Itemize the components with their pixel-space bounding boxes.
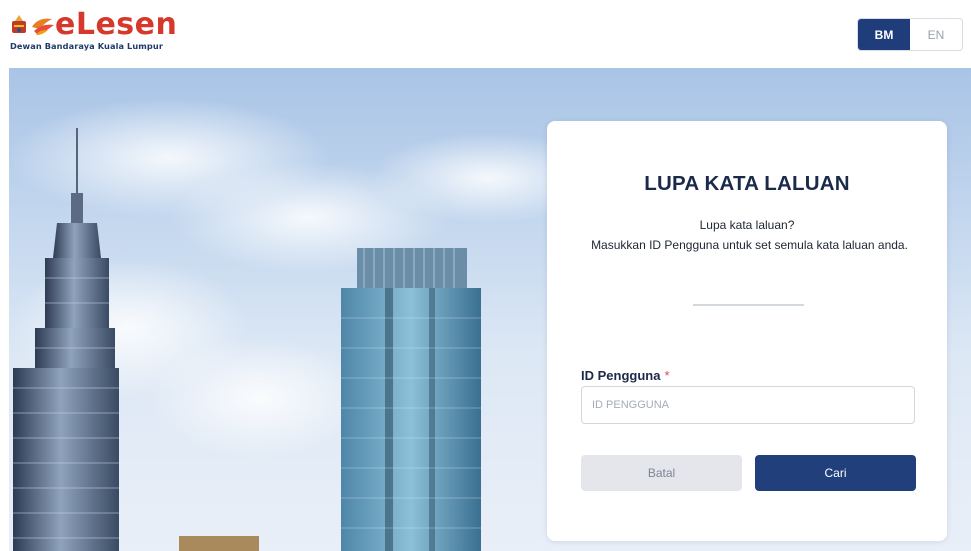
search-button[interactable]: Cari bbox=[755, 455, 916, 491]
logo-wordmark: eLesen bbox=[55, 7, 178, 42]
page-title: LUPA KATA LALUAN bbox=[644, 172, 850, 195]
card-instructions: Masukkan ID Pengguna untuk set semula ka… bbox=[591, 238, 908, 252]
user-id-label-text: ID Pengguna bbox=[581, 368, 661, 383]
glass-tower-shape bbox=[341, 248, 481, 551]
top-header: eLesen Dewan Bandaraya Kuala Lumpur BM E… bbox=[0, 0, 971, 68]
logo-tagline: Dewan Bandaraya Kuala Lumpur bbox=[10, 41, 163, 51]
user-id-label: ID Pengguna * bbox=[581, 368, 670, 383]
elesen-logo[interactable]: eLesen Dewan Bandaraya Kuala Lumpur bbox=[9, 7, 209, 55]
leaf-mark-icon bbox=[32, 18, 54, 35]
language-toggle: BM EN bbox=[857, 18, 963, 51]
card-question: Lupa kata laluan? bbox=[699, 218, 795, 232]
lang-en-button[interactable]: EN bbox=[910, 19, 962, 50]
forgot-password-card: LUPA KATA LALUAN Lupa kata laluan? Masuk… bbox=[547, 121, 947, 541]
divider bbox=[693, 304, 804, 306]
dbkl-seal-icon bbox=[12, 15, 26, 33]
lang-bm-button[interactable]: BM bbox=[858, 19, 910, 50]
required-mark: * bbox=[664, 368, 670, 383]
cancel-button[interactable]: Batal bbox=[581, 455, 742, 491]
user-id-input[interactable] bbox=[581, 386, 915, 424]
